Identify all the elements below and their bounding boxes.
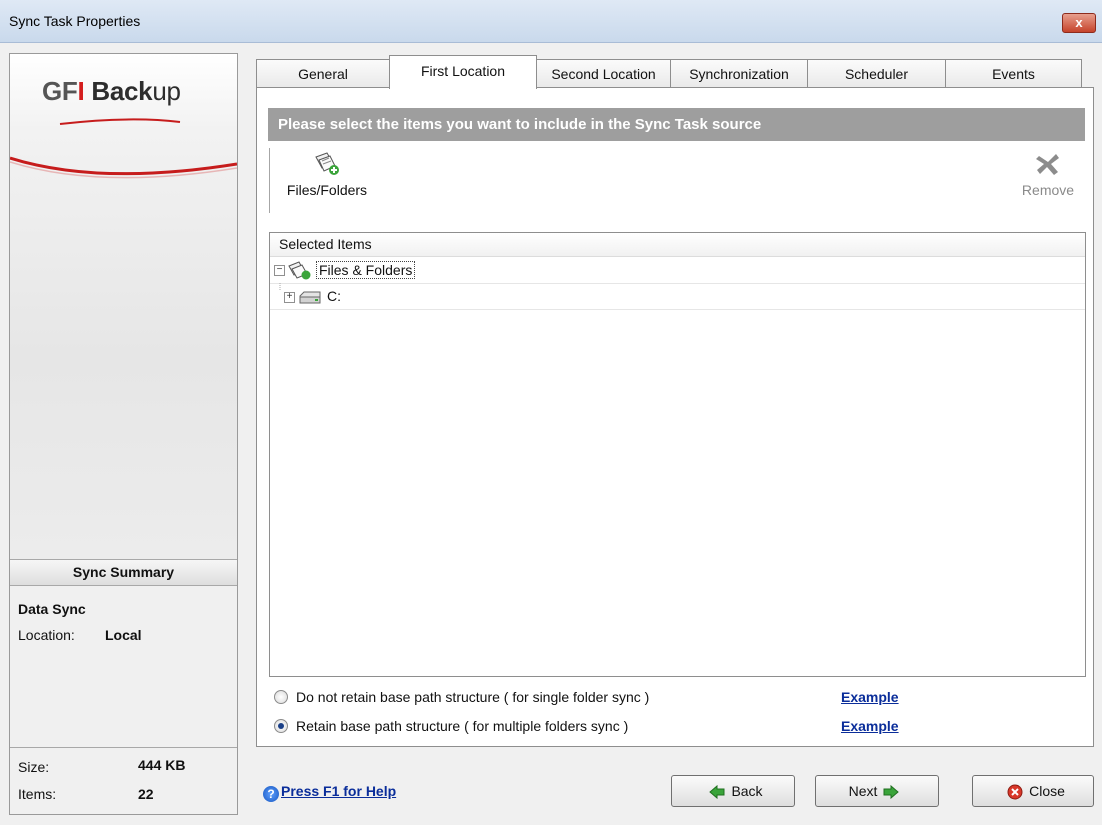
tab-events[interactable]: Events bbox=[945, 59, 1082, 88]
size-value: 444 KB bbox=[138, 757, 186, 773]
tab-scheduler[interactable]: Scheduler bbox=[807, 59, 946, 88]
tab-first-location[interactable]: First Location bbox=[389, 55, 537, 89]
items-label: Items: bbox=[18, 786, 57, 802]
selected-items-tree[interactable]: Selected Items − Files & Folders + C: bbox=[269, 232, 1086, 677]
add-files-folders-button[interactable]: Files/Folders bbox=[272, 151, 382, 198]
close-button[interactable]: Close bbox=[972, 775, 1094, 807]
sync-summary-header: Sync Summary bbox=[10, 559, 237, 586]
window-close-button[interactable]: x bbox=[1062, 13, 1096, 33]
location-label: Location: bbox=[18, 627, 75, 643]
sync-summary-body: Data Sync Location: Local bbox=[10, 587, 237, 747]
example-link-single[interactable]: Example bbox=[841, 689, 899, 705]
summary-type: Data Sync bbox=[18, 601, 86, 617]
tree-row-files-folders[interactable]: − Files & Folders bbox=[270, 258, 1085, 284]
help-icon: ? bbox=[263, 786, 279, 802]
next-label: Next bbox=[848, 783, 878, 799]
files-folders-label: Files/Folders bbox=[286, 182, 368, 198]
items-value: 22 bbox=[138, 786, 154, 802]
logo-area: GFI Backup bbox=[10, 54, 237, 559]
tab-strip: General First Location Second Location S… bbox=[256, 55, 1082, 89]
size-label: Size: bbox=[18, 759, 50, 775]
next-button[interactable]: Next bbox=[815, 775, 939, 807]
gfi-backup-logo: GFI Backup bbox=[42, 76, 181, 106]
back-button[interactable]: Back bbox=[671, 775, 795, 807]
tree-label-files-folders: Files & Folders bbox=[316, 261, 416, 279]
tree-label-drive-c: C: bbox=[327, 288, 341, 304]
files-folders-icon bbox=[288, 261, 311, 280]
first-location-panel: Please select the items you want to incl… bbox=[256, 87, 1094, 747]
help-label: Press F1 for Help bbox=[281, 783, 397, 799]
back-arrow-icon bbox=[709, 785, 725, 800]
title-bar: Sync Task Properties x bbox=[0, 0, 1102, 43]
tree-column-header: Selected Items bbox=[270, 233, 1085, 257]
summary-footer: Size: 444 KB Items: 22 bbox=[10, 747, 237, 814]
close-label: Close bbox=[1029, 783, 1065, 799]
back-label: Back bbox=[731, 783, 763, 799]
no-retain-radio[interactable] bbox=[274, 690, 288, 704]
example-link-multiple[interactable]: Example bbox=[841, 718, 899, 734]
remove-button[interactable]: Remove bbox=[1013, 151, 1083, 198]
tree-row-drive-c[interactable]: + C: bbox=[270, 283, 1085, 310]
collapse-toggle-icon[interactable]: − bbox=[274, 265, 285, 276]
logo-swoosh-icon bbox=[10, 118, 237, 179]
no-retain-label: Do not retain base path structure ( for … bbox=[296, 689, 650, 705]
retain-label: Retain base path structure ( for multipl… bbox=[296, 718, 629, 734]
tab-general[interactable]: General bbox=[256, 59, 390, 88]
location-value: Local bbox=[105, 627, 142, 643]
remove-x-icon bbox=[1036, 154, 1059, 175]
window-title: Sync Task Properties bbox=[9, 13, 141, 29]
left-panel: GFI Backup Sync Summary Data Sync Locati… bbox=[9, 53, 238, 815]
drive-icon bbox=[299, 291, 321, 304]
add-files-folders-icon bbox=[315, 152, 339, 175]
remove-label: Remove bbox=[1021, 182, 1075, 198]
tab-synchronization[interactable]: Synchronization bbox=[670, 59, 808, 88]
toolbar-separator bbox=[269, 148, 270, 213]
retain-radio[interactable] bbox=[274, 719, 288, 733]
close-circle-icon bbox=[1007, 784, 1023, 800]
next-arrow-icon bbox=[883, 785, 900, 800]
expand-toggle-icon[interactable]: + bbox=[284, 292, 295, 303]
instruction-banner: Please select the items you want to incl… bbox=[268, 108, 1085, 141]
tab-second-location[interactable]: Second Location bbox=[536, 59, 671, 88]
help-link[interactable]: ? Press F1 for Help bbox=[263, 783, 396, 802]
